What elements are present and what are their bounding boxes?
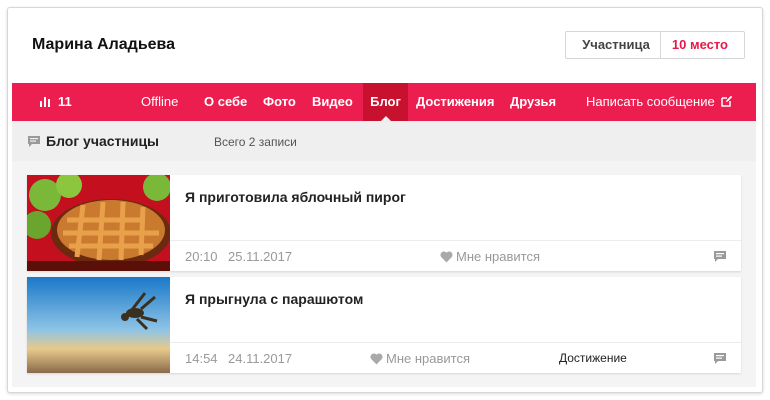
profile-nav: 11 Offline О себе Фото Видео Блог Достиж… — [12, 83, 756, 121]
comment-icon[interactable] — [714, 353, 726, 364]
blog-post[interactable]: Я прыгнула с парашютом 14:54 24.11.2017 … — [27, 277, 741, 373]
nav-item-label: Блог — [370, 94, 401, 109]
blog-title: Блог участницы — [46, 133, 160, 149]
blog-post-count: Всего 2 записи — [214, 135, 297, 149]
blog-post[interactable]: Я приготовила яблочный пирог 20:10 25.11… — [27, 175, 741, 271]
blog-list: Я приготовила яблочный пирог 20:10 25.11… — [12, 161, 756, 387]
nav-item-label: Offline — [141, 94, 179, 109]
profile-header: Марина Аладьева Участница 10 место — [8, 8, 762, 82]
like-button[interactable]: Мне нравится — [370, 351, 470, 366]
rank-box: Участница 10 место — [565, 31, 745, 59]
post-meta: 14:54 24.11.2017 Мне нравится Достижение — [170, 342, 741, 373]
post-date: 25.11.2017 — [228, 249, 293, 264]
nav-item-label: О себе — [204, 94, 248, 109]
edit-icon — [720, 95, 732, 107]
nav-item-video[interactable]: Видео — [312, 83, 353, 121]
nav-item-label: Достижения — [416, 94, 495, 109]
heart-icon — [370, 353, 383, 365]
blog-header: Блог участницы Всего 2 записи — [12, 121, 756, 161]
nav-rating-value: 11 — [58, 94, 72, 109]
post-title[interactable]: Я прыгнула с парашютом — [185, 291, 363, 307]
nav-item-about[interactable]: О себе — [204, 83, 247, 121]
post-title[interactable]: Я приготовила яблочный пирог — [185, 189, 406, 205]
profile-card: Марина Аладьева Участница 10 место 11 Of… — [7, 7, 763, 393]
like-button[interactable]: Мне нравится — [440, 249, 540, 264]
heart-icon — [440, 251, 453, 263]
nav-item-label: Видео — [312, 94, 353, 109]
nav-rating[interactable]: 11 — [40, 83, 72, 121]
comment-icon[interactable] — [714, 251, 726, 262]
post-meta: 20:10 25.11.2017 Мне нравится — [170, 240, 741, 271]
post-thumbnail-skydive — [27, 277, 170, 373]
nav-item-label: Фото — [263, 94, 296, 109]
nav-item-photo[interactable]: Фото — [263, 83, 296, 121]
nav-item-friends[interactable]: Друзья — [510, 83, 556, 121]
nav-item-offline[interactable]: Offline — [141, 83, 178, 121]
post-tag: Достижение — [559, 351, 627, 365]
nav-item-label: Друзья — [510, 94, 557, 109]
post-date: 24.11.2017 — [228, 351, 293, 366]
status-badge: Участница — [566, 32, 661, 58]
place-badge: 10 место — [671, 37, 728, 52]
profile-name: Марина Аладьева — [32, 36, 176, 53]
post-thumbnail-pie — [27, 175, 170, 271]
nav-item-achievements[interactable]: Достижения — [416, 83, 494, 121]
blog-icon — [28, 136, 40, 147]
like-label: Мне нравится — [386, 351, 471, 366]
nav-item-blog[interactable]: Блог — [363, 83, 408, 121]
write-message-label: Написать сообщение — [586, 94, 715, 109]
bar-chart-icon — [40, 96, 50, 107]
write-message-button[interactable]: Написать сообщение — [586, 83, 733, 121]
like-label: Мне нравится — [456, 249, 541, 264]
post-time: 14:54 — [185, 351, 218, 366]
post-time: 20:10 — [185, 249, 218, 264]
